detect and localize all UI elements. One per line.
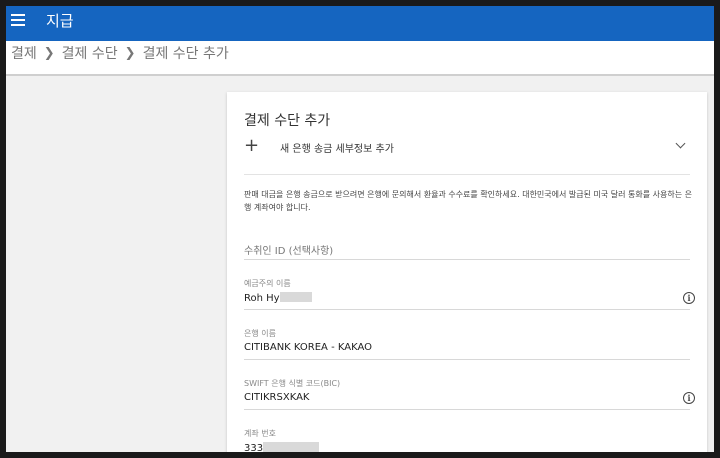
account-number-value: 333	[244, 442, 320, 452]
chevron-right-icon: ❯	[124, 45, 136, 61]
account-holder-label: 예금주의 이름	[244, 279, 291, 288]
payee-id-field[interactable]: 수취인 ID (선택사항)	[244, 242, 690, 262]
chevron-down-icon[interactable]	[675, 138, 686, 149]
help-text: 판매 대금을 은행 송금으로 받으려면 은행에 문의해서 환율과 수수료를 확인…	[244, 190, 693, 212]
bank-name-value: CITIBANK KOREA - KAKAO	[244, 342, 373, 353]
app-bar: 지급	[6, 6, 714, 41]
info-icon[interactable]: i	[683, 292, 695, 304]
card-title: 결제 수단 추가	[244, 113, 331, 129]
add-bank-transfer-label: 새 은행 송금 세부정보 추가	[280, 144, 394, 155]
info-icon[interactable]: i	[683, 392, 695, 404]
account-holder-field[interactable]: 예금주의 이름 Roh Hy i	[244, 278, 695, 310]
breadcrumb-item-add-payment-method: 결제 수단 추가	[142, 46, 229, 62]
swift-code-field[interactable]: SWIFT 은행 식별 코드(BIC) CITIKRSXKAK i	[244, 378, 695, 410]
breadcrumb-bar: 결제 ❯ 결제 수단 ❯ 결제 수단 추가	[6, 41, 714, 76]
breadcrumb-item-payments[interactable]: 결제	[11, 43, 37, 63]
swift-code-label: SWIFT 은행 식별 코드(BIC)	[244, 379, 341, 388]
redacted-mask	[279, 292, 312, 302]
payee-id-placeholder: 수취인 ID (선택사항)	[244, 246, 334, 257]
add-bank-transfer-row[interactable]: + 새 은행 송금 세부정보 추가	[244, 135, 690, 168]
divider	[244, 174, 690, 175]
breadcrumb: 결제 ❯ 결제 수단 ❯ 결제 수단 추가	[11, 43, 229, 63]
add-payment-method-card: 결제 수단 추가 + 새 은행 송금 세부정보 추가 판매 대금을 은행 송금으…	[227, 92, 707, 452]
account-number-field[interactable]: 계좌 번호 333	[244, 428, 690, 452]
swift-code-value: CITIKRSXKAK	[244, 392, 310, 403]
chevron-right-icon: ❯	[43, 45, 55, 61]
app-title: 지급	[46, 12, 74, 30]
bank-name-field[interactable]: 은행 이름 CITIBANK KOREA - KAKAO	[244, 328, 690, 360]
bank-name-label: 은행 이름	[244, 329, 276, 338]
app-window: 지급 결제 ❯ 결제 수단 ❯ 결제 수단 추가 결제 수단 추가 + 새 은행…	[6, 6, 714, 452]
menu-icon[interactable]	[11, 14, 25, 26]
account-number-label: 계좌 번호	[244, 429, 276, 438]
plus-icon: +	[244, 135, 260, 156]
breadcrumb-item-payment-methods[interactable]: 결제 수단	[62, 43, 118, 63]
account-holder-value: Roh Hy	[244, 292, 312, 304]
redacted-mask	[263, 442, 320, 452]
